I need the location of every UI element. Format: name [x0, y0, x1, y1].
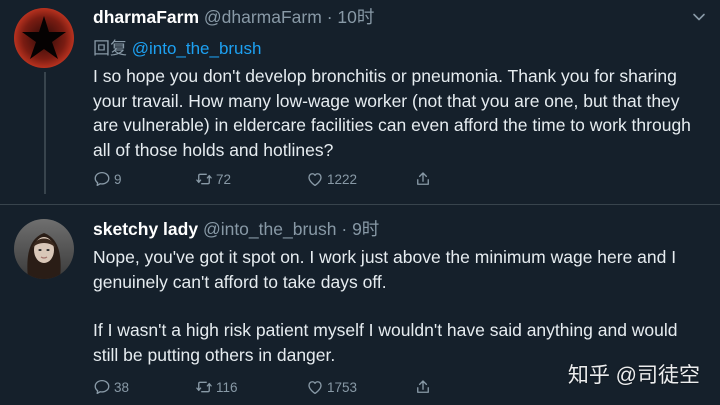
share-icon	[417, 172, 429, 185]
reply-icon	[94, 379, 110, 395]
retweet-count: 72	[216, 171, 232, 187]
watermark: 知乎 @司徒空	[567, 364, 700, 387]
reply-button[interactable]: 9	[93, 170, 122, 188]
reply-prefix: 回复	[93, 39, 127, 58]
separator: ·	[326, 7, 333, 27]
reply-icon	[94, 171, 110, 187]
chevron-down-icon[interactable]	[692, 10, 706, 24]
retweet-button[interactable]: 72	[195, 170, 231, 188]
timestamp[interactable]: 10时	[337, 7, 374, 27]
avatar[interactable]	[14, 8, 74, 68]
separator: ·	[341, 219, 348, 239]
display-name[interactable]: sketchy lady	[93, 219, 198, 239]
heart-icon	[308, 381, 322, 395]
tweet-paragraph: Nope, you've got it spot on. I work just…	[93, 247, 677, 292]
tweet-paragraph: I so hope you don't develop bronchitis o…	[93, 66, 691, 160]
tweet-header: sketchy lady @into_the_brush · 9时	[93, 218, 379, 240]
retweet-button[interactable]: 116	[195, 378, 238, 396]
retweet-icon	[196, 381, 212, 393]
heart-icon	[308, 173, 322, 187]
display-name[interactable]: dharmaFarm	[93, 7, 199, 27]
user-handle[interactable]: @into_the_brush	[203, 219, 337, 239]
like-button[interactable]: 1222	[306, 170, 357, 188]
replying-to: 回复 @into_the_brush	[93, 34, 261, 59]
tweet-text: Nope, you've got it spot on. I work just…	[93, 245, 693, 367]
mention-link[interactable]: @into_the_brush	[132, 39, 262, 58]
reply-count: 38	[114, 379, 130, 395]
like-count: 1753	[327, 379, 358, 395]
like-button[interactable]: 1753	[306, 378, 357, 396]
share-button[interactable]	[414, 170, 432, 188]
timestamp[interactable]: 9时	[352, 219, 379, 239]
thread-line	[44, 72, 46, 194]
tweet-text: I so hope you don't develop bronchitis o…	[93, 64, 693, 162]
reply-count: 9	[114, 171, 122, 187]
reply-button[interactable]: 38	[93, 378, 129, 396]
like-count: 1222	[327, 171, 358, 187]
retweet-count: 116	[216, 379, 238, 395]
avatar[interactable]	[14, 219, 74, 279]
action-bar: 9 72 1222	[93, 170, 720, 192]
tweet[interactable]: dharmaFarm @dharmaFarm · 10时 回复 @into_th…	[0, 0, 720, 205]
tweet-header: dharmaFarm @dharmaFarm · 10时	[93, 6, 374, 28]
share-button[interactable]	[414, 378, 432, 396]
share-icon	[417, 380, 429, 393]
retweet-icon	[196, 173, 212, 185]
user-handle[interactable]: @dharmaFarm	[204, 7, 322, 27]
